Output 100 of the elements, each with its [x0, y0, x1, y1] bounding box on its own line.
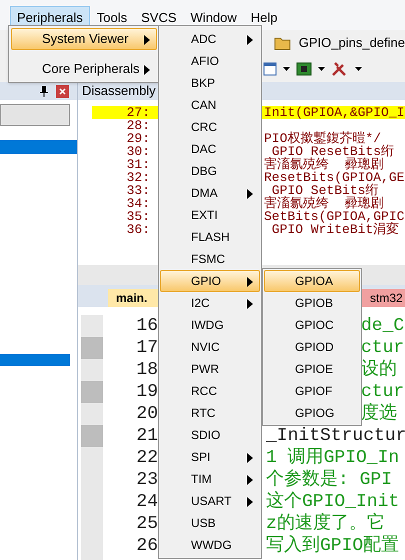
line-number: 20 [135, 403, 158, 425]
line-number: 25 [135, 513, 158, 535]
code-text: ctur [361, 381, 404, 402]
menu-item[interactable]: RTC [160, 402, 260, 424]
line-number: 33: [126, 184, 150, 197]
file-tab[interactable]: stm32 [362, 289, 405, 307]
code-text: GPIO SetBits绗 [272, 184, 378, 197]
line-number: 26 [135, 535, 158, 557]
line-number: 31: [126, 158, 150, 171]
chip-icon[interactable] [296, 62, 312, 76]
submenu-arrow-icon [247, 35, 253, 45]
list-header [0, 104, 70, 126]
menu-item[interactable]: CAN [160, 94, 260, 116]
menu-item[interactable]: AFIO [160, 50, 260, 72]
submenu-arrow-icon [247, 453, 253, 463]
code-text: SetBits(GPIOA,GPIC [264, 210, 404, 223]
menu-item[interactable]: GPIOB [264, 292, 360, 314]
menu-item[interactable]: Tools [90, 6, 134, 30]
code-text: GPIO WriteBit涓変 [272, 223, 400, 236]
target-name: GPIO_pins_define [298, 34, 405, 52]
submenu-arrow-icon [144, 65, 150, 75]
folder-icon[interactable] [274, 35, 291, 51]
code-text: 度选 [361, 403, 397, 425]
code-text: 这个GPIO_Init [266, 491, 400, 512]
menu-item[interactable]: TIM [160, 468, 260, 490]
line-number: 27: [126, 106, 150, 119]
line-number: 21 [135, 425, 158, 447]
line-number: 23 [135, 469, 158, 491]
caret-icon[interactable] [318, 67, 325, 71]
line-number: 22 [135, 447, 158, 469]
menu-item[interactable]: I2C [160, 292, 260, 314]
menu-item[interactable]: GPIOE [264, 358, 360, 380]
menu-item[interactable]: ADC [160, 28, 260, 50]
menu-item[interactable]: Help [244, 6, 285, 30]
code-text: Init(GPIOA,&GPIO_I [264, 106, 404, 119]
menu-item[interactable]: GPIO [160, 270, 260, 292]
menu-item[interactable]: GPIOD [264, 336, 360, 358]
submenu-arrow-icon [247, 475, 253, 485]
code-text: z的速度了。它 [266, 513, 385, 535]
menu-item[interactable]: FSMC [160, 248, 260, 270]
menu-item[interactable]: BKP [160, 72, 260, 94]
menu-item[interactable]: PWR [160, 358, 260, 380]
line-number: 30: [126, 145, 150, 158]
submenu-arrow-icon [247, 497, 253, 507]
code-text: 害滀氱殑绔 彛璁剧 [264, 158, 384, 171]
menu-item[interactable]: Core Peripherals [11, 58, 157, 80]
line-number: 18 [135, 359, 158, 381]
line-number: 16 [135, 315, 158, 337]
menu-item[interactable]: WWDG [160, 534, 260, 556]
code-text: ctur [361, 337, 404, 359]
menu-item[interactable]: RCC [160, 380, 260, 402]
menu-item[interactable]: GPIOG [264, 402, 360, 424]
menu-item[interactable]: DAC [160, 138, 260, 160]
menu-item[interactable]: DBG [160, 160, 260, 182]
line-number: 36: [126, 223, 150, 236]
code-text: 1 调用GPIO_In [266, 447, 400, 469]
line-number: 17 [135, 337, 158, 359]
code-text: 害滀氱殑绔 彛璁剧 [264, 197, 384, 210]
submenu-arrow-icon [247, 299, 253, 309]
menu-item[interactable]: GPIOA [264, 270, 360, 292]
line-number: 24 [135, 491, 158, 513]
code-text: 设的 [361, 359, 397, 381]
menu-item[interactable]: USART [160, 490, 260, 512]
code-text: _InitStructur [266, 425, 405, 447]
line-number: 28: [126, 119, 150, 132]
close-icon[interactable] [56, 84, 69, 98]
file-tab[interactable]: main. [108, 289, 158, 307]
pin-icon[interactable] [40, 86, 48, 96]
panel-title: Disassembly [82, 82, 156, 100]
line-number: 34: [126, 197, 150, 210]
menu-item[interactable]: GPIOC [264, 314, 360, 336]
code-text: ResetBits(GPIOA,GE [264, 171, 404, 184]
submenu-arrow-icon [144, 35, 150, 45]
menu-item[interactable]: GPIOF [264, 380, 360, 402]
caret-icon[interactable] [355, 67, 362, 71]
submenu-arrow-icon [247, 277, 253, 287]
code-text: 个参数是: GPI [266, 469, 392, 490]
line-number: 35: [126, 210, 150, 223]
menu-item[interactable]: NVIC [160, 336, 260, 358]
menu-item[interactable]: CRC [160, 116, 260, 138]
menu-item[interactable]: System Viewer [11, 28, 157, 50]
menu-item[interactable]: EXTI [160, 204, 260, 226]
line-number: 19 [135, 381, 158, 403]
code-text: PIO权撳鏨鍑芥暟*/ [264, 132, 382, 145]
menu-item[interactable]: SPI [160, 446, 260, 468]
line-number: 32: [126, 171, 150, 184]
menu-item[interactable]: USB [160, 512, 260, 534]
submenu-arrow-icon [247, 189, 253, 199]
line-number: 29: [126, 132, 150, 145]
code-text: GPIO ResetBits绗 [272, 145, 394, 158]
menu-item[interactable]: SDIO [160, 424, 260, 446]
menu-item[interactable]: SVCS [134, 6, 184, 30]
code-text: de_C [361, 315, 404, 337]
menu-item[interactable]: DMA [160, 182, 260, 204]
code-text: 写入到GPIO配置 [266, 535, 400, 557]
menu-item[interactable]: IWDG [160, 314, 260, 336]
caret-icon[interactable] [283, 67, 290, 71]
window-icon[interactable] [263, 62, 277, 76]
menu-item[interactable]: FLASH [160, 226, 260, 248]
menu-item[interactable]: Window [184, 6, 244, 30]
